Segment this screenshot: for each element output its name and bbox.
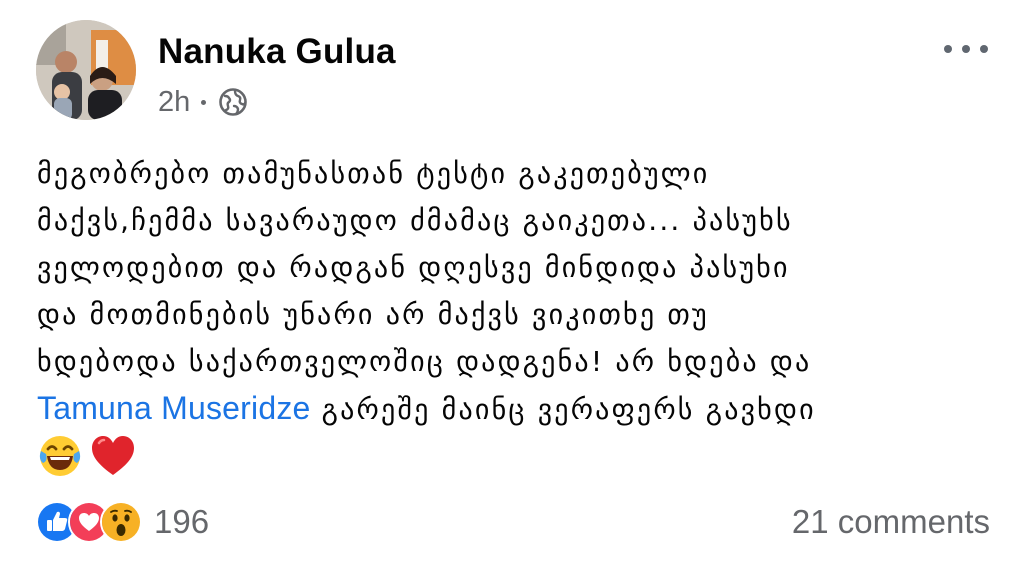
avatar-photo — [36, 20, 136, 120]
more-options-icon[interactable] — [944, 32, 988, 66]
more-dot — [962, 45, 970, 53]
post-text-line: ხდებოდა საქართველოშიც დადგენა! არ ხდება … — [37, 345, 812, 378]
reaction-count[interactable]: 196 — [154, 503, 209, 541]
more-dot — [944, 45, 952, 53]
reactions-summary[interactable]: 196 — [36, 500, 209, 544]
author-name[interactable]: Nanuka Gulua — [158, 30, 396, 74]
post-meta: 2h — [158, 82, 248, 122]
post-text-line-mention: Tamuna Museridze გარეშე მაინც ვერაფერს გ… — [37, 385, 997, 433]
facebook-post: Nanuka Gulua 2h მეგობრებო თამუნასთან ტეს… — [0, 0, 1024, 583]
post-text-line: მაქვს,ჩემმა სავარაუდო ძმამაც გაიკეთა... … — [37, 204, 793, 237]
laughing-tears-emoji — [39, 436, 81, 476]
emoji-row — [37, 431, 997, 481]
post-text-line: ველოდებით და რადგან დღესვე მინდიდა პასუხ… — [37, 251, 790, 284]
post-text: მეგობრებო თამუნასთან ტესტი გაკეთებული მა… — [37, 150, 997, 481]
author-avatar[interactable] — [36, 20, 136, 120]
post-text-after-mention: გარეშე მაინც ვერაფერს გავხდი — [310, 393, 816, 426]
mention-link[interactable]: Tamuna Museridze — [37, 390, 311, 426]
comments-count[interactable]: 21 comments — [792, 500, 990, 544]
reaction-icons — [36, 501, 142, 543]
post-text-line: მეგობრებო თამუნასთან ტესტი გაკეთებული — [37, 157, 710, 190]
globe-icon[interactable] — [218, 87, 248, 117]
post-text-line: და მოთმინების უნარი არ მაქვს ვიკითხე თუ — [37, 298, 709, 331]
wow-icon — [100, 501, 142, 543]
red-heart-emoji — [92, 436, 134, 475]
separator-dot — [201, 99, 207, 105]
more-dot — [980, 45, 988, 53]
post-timestamp[interactable]: 2h — [158, 86, 190, 119]
